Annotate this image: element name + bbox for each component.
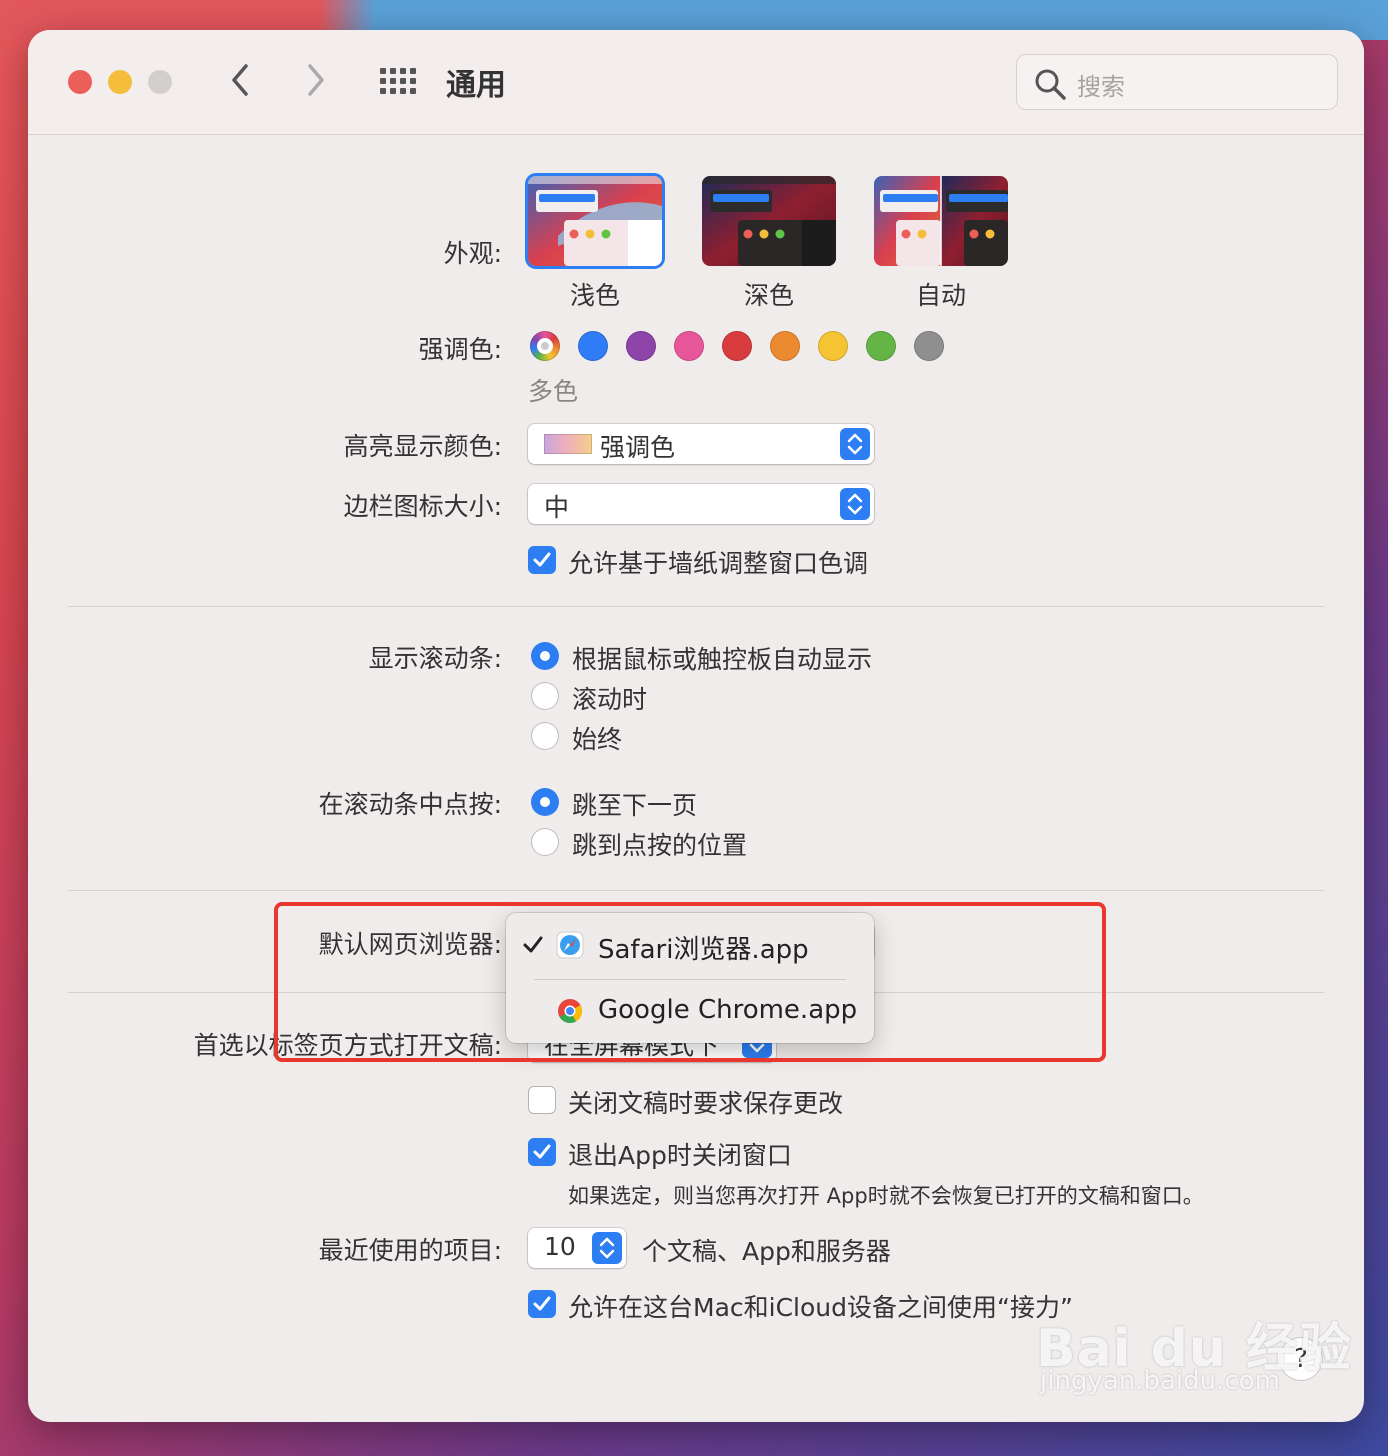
show-all-grid-icon[interactable] [380, 68, 418, 96]
popup-arrows-icon [840, 428, 870, 460]
appearance-light-option[interactable] [528, 176, 662, 266]
accent-swatch-graphite[interactable] [914, 331, 944, 361]
accent-swatch-blue[interactable] [578, 331, 608, 361]
accent-swatch-red[interactable] [722, 331, 752, 361]
recent-items-popup[interactable]: 10 [528, 1228, 626, 1268]
chevron-left-icon [232, 64, 248, 96]
scrollbars-always-label: 始终 [572, 725, 623, 754]
chevron-right-icon [308, 64, 324, 96]
recent-items-value: 10 [544, 1232, 576, 1261]
highlight-color-popup[interactable]: 强调色 [528, 424, 874, 464]
highlight-color-sample [544, 434, 592, 454]
highlight-color-label: 高亮显示颜色: [343, 432, 502, 461]
accent-swatch-yellow[interactable] [818, 331, 848, 361]
popup-arrows-icon [592, 1232, 622, 1264]
checkmark-icon [533, 552, 551, 567]
close-button[interactable] [68, 70, 92, 94]
accent-color-label: 强调色: [418, 335, 502, 364]
scrollbars-always-radio[interactable] [531, 722, 559, 750]
sidebar-icon-size-label: 边栏图标大小: [343, 492, 502, 521]
accent-swatch-orange[interactable] [770, 331, 800, 361]
scroll-click-next-page-label: 跳至下一页 [572, 791, 698, 820]
scroll-click-jump-radio[interactable] [531, 828, 559, 856]
section-divider [68, 890, 1324, 891]
checkmark-icon [533, 1144, 551, 1159]
appearance-label: 外观: [443, 239, 502, 268]
accent-swatch-purple[interactable] [626, 331, 656, 361]
annotation-highlight-box [274, 902, 1106, 1062]
close-windows-label: 退出App时关闭窗口 [568, 1141, 792, 1170]
titlebar: 通用 搜索 [28, 30, 1364, 135]
popup-arrows-icon [840, 488, 870, 520]
ask-save-label: 关闭文稿时要求保存更改 [568, 1089, 844, 1118]
zoom-button[interactable] [148, 70, 172, 94]
window-title: 通用 [446, 68, 506, 103]
recent-items-label: 最近使用的项目: [318, 1236, 502, 1265]
scroll-click-jump-label: 跳到点按的位置 [572, 831, 748, 860]
scrollbars-scrolling-radio[interactable] [531, 682, 559, 710]
accent-swatch-pink[interactable] [674, 331, 704, 361]
appearance-auto-label: 自动 [915, 281, 966, 310]
handoff-label: 允许在这台Mac和iCloud设备之间使用“接力” [568, 1293, 1073, 1322]
scrollbars-scrolling-label: 滚动时 [572, 685, 648, 714]
wallpaper-tint-checkbox[interactable] [528, 546, 556, 574]
back-button[interactable] [228, 60, 252, 109]
close-windows-checkbox[interactable] [528, 1138, 556, 1166]
ask-save-checkbox[interactable] [528, 1086, 556, 1114]
appearance-auto-option[interactable] [874, 176, 1008, 266]
accent-swatch-green[interactable] [866, 331, 896, 361]
preferences-window: 通用 搜索 外观: 浅色 深色 自动 强调色: 多色 高亮显示颜色: 强调色 边… [28, 30, 1364, 1422]
section-divider [68, 606, 1324, 607]
scroll-click-label: 在滚动条中点按: [318, 790, 502, 819]
search-field[interactable]: 搜索 [1016, 54, 1338, 110]
appearance-light-label: 浅色 [569, 281, 620, 310]
scrollbars-auto-label: 根据鼠标或触控板自动显示 [572, 645, 873, 674]
wallpaper-tint-label: 允许基于墙纸调整窗口色调 [568, 549, 869, 578]
highlight-color-value: 强调色 [600, 433, 676, 462]
sidebar-icon-size-value: 中 [544, 493, 570, 522]
checkmark-icon [533, 1296, 551, 1311]
minimize-button[interactable] [108, 70, 132, 94]
scrollbars-label: 显示滚动条: [368, 644, 502, 673]
scrollbars-auto-radio[interactable] [531, 642, 559, 670]
appearance-dark-label: 深色 [743, 281, 794, 310]
search-icon [1035, 69, 1066, 100]
search-placeholder: 搜索 [1077, 73, 1125, 101]
scroll-click-next-page-radio[interactable] [531, 788, 559, 816]
forward-button[interactable] [304, 60, 328, 109]
accent-selected-name: 多色 [528, 377, 579, 406]
baidu-watermark-url: jingyan.baidu.com [1040, 1366, 1280, 1396]
recent-items-suffix: 个文稿、App和服务器 [642, 1237, 891, 1266]
close-windows-hint: 如果选定，则当您再次打开 App时就不会恢复已打开的文稿和窗口。 [568, 1184, 1204, 1208]
sidebar-icon-size-popup[interactable]: 中 [528, 484, 874, 524]
accent-swatch-multicolor[interactable] [530, 331, 560, 361]
handoff-checkbox[interactable] [528, 1290, 556, 1318]
appearance-dark-option[interactable] [702, 176, 836, 266]
